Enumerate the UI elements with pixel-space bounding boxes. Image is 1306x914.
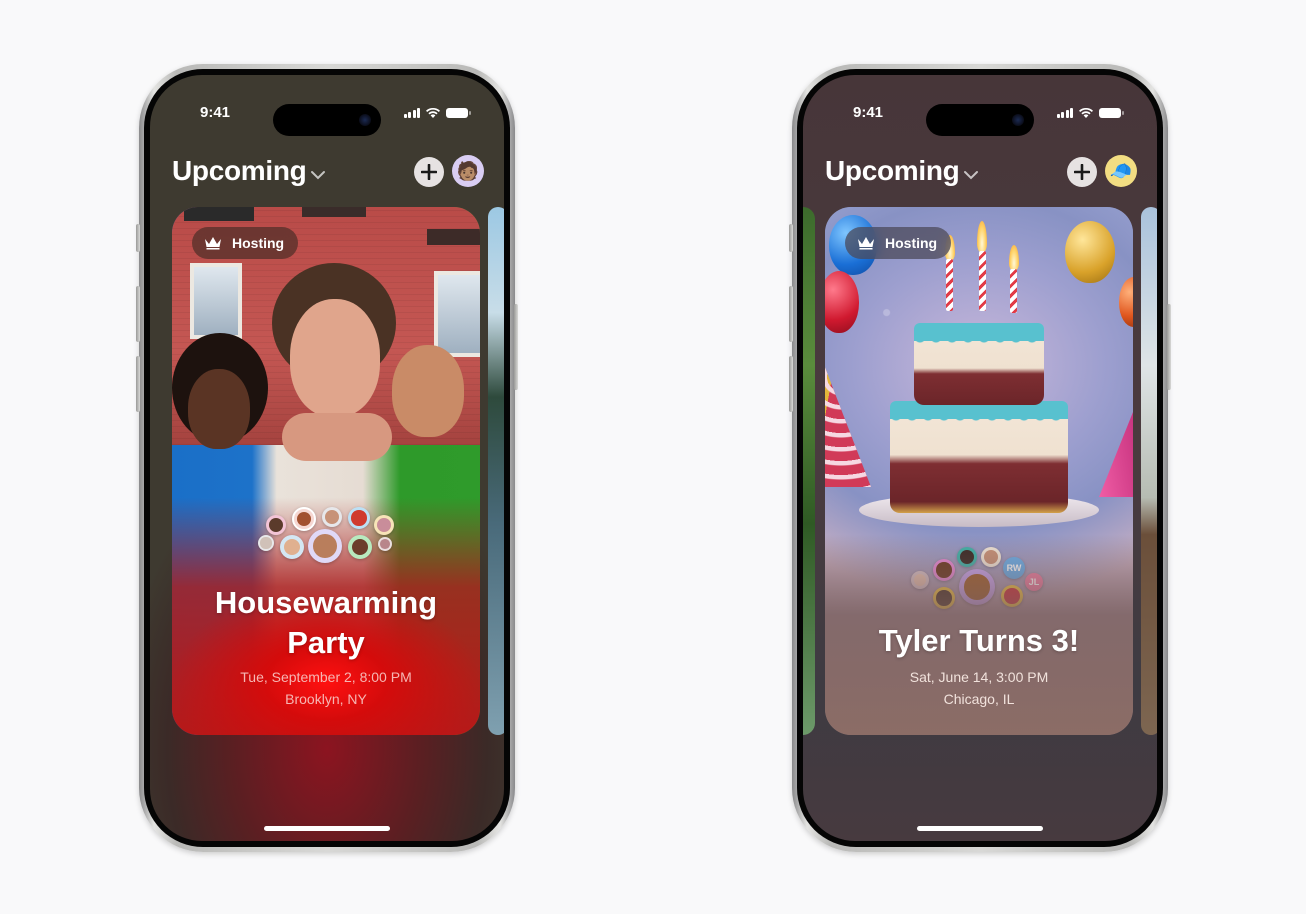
event-date: Tue, September 2, 8:00 PM (240, 669, 412, 685)
view-selector[interactable]: Upcoming (825, 155, 979, 187)
header: Upcoming 🧢 (825, 155, 1137, 191)
event-location: Brooklyn, NY (285, 691, 367, 707)
header: Upcoming 🧑🏽 (172, 155, 484, 191)
dynamic-island (926, 104, 1034, 136)
hosting-label: Hosting (885, 235, 938, 251)
home-indicator[interactable] (917, 826, 1043, 831)
chevron-down-icon (311, 171, 326, 180)
page-title: Upcoming (825, 155, 960, 186)
event-card[interactable]: Hosting RW JL Tyler Turns 3! Sat, June 1… (825, 207, 1133, 735)
battery-icon (446, 107, 471, 118)
cellular-signal-icon (403, 107, 420, 118)
view-selector[interactable]: Upcoming (172, 155, 326, 187)
volume-down-button (136, 356, 140, 412)
chevron-down-icon (964, 171, 979, 180)
guest-avatar (266, 515, 286, 535)
marketing-stage: 9:41 Upcoming 🧑🏽 Hosting Housewarming Pa… (0, 0, 1306, 914)
battery-icon (1099, 107, 1124, 118)
next-event-card-peek[interactable] (488, 207, 504, 735)
guest-avatar (348, 507, 370, 529)
wifi-icon (426, 107, 440, 118)
profile-avatar-button[interactable]: 🧢 (1105, 155, 1137, 187)
event-title: Tyler Turns 3! (878, 623, 1080, 658)
side-button (1167, 304, 1171, 390)
phone-birthday: 9:41 Upcoming 🧢 Hosting Tyler Turns 3! S… (789, 64, 1171, 852)
guest-avatar (292, 507, 316, 531)
cellular-signal-icon (1056, 107, 1073, 118)
page-title: Upcoming (172, 155, 307, 186)
previous-event-card-peek[interactable] (803, 207, 815, 735)
phone-housewarming: 9:41 Upcoming 🧑🏽 Hosting Housewarming Pa… (136, 64, 518, 852)
home-indicator[interactable] (264, 826, 390, 831)
action-button (136, 224, 140, 252)
memoji-avatar-icon: 🧑🏽 (456, 160, 480, 181)
event-card[interactable]: Hosting Housewarming Party Tue, Septembe… (172, 207, 480, 735)
hosting-badge: Hosting (845, 227, 952, 259)
hosting-label: Hosting (232, 235, 285, 251)
volume-down-button (789, 356, 793, 412)
guest-avatar-host (308, 529, 342, 563)
add-event-button[interactable] (1067, 157, 1097, 187)
screen: 9:41 Upcoming 🧢 Hosting Tyler Turns 3! S… (803, 75, 1157, 841)
event-title-line1: Housewarming (214, 585, 438, 620)
status-bar: 9:41 (803, 95, 1157, 136)
side-button (514, 304, 518, 390)
wifi-icon (1079, 107, 1093, 118)
plus-icon (421, 164, 437, 180)
event-date: Sat, June 14, 3:00 PM (909, 669, 1049, 685)
guest-avatar (378, 537, 392, 551)
volume-up-button (136, 286, 140, 342)
guest-avatar (258, 535, 274, 551)
profile-avatar-button[interactable]: 🧑🏽 (452, 155, 484, 187)
guest-avatar (374, 515, 394, 535)
screen: 9:41 Upcoming 🧑🏽 Hosting Housewarming Pa… (150, 75, 504, 841)
memoji-avatar-icon: 🧢 (1109, 160, 1133, 181)
status-bar: 9:41 (150, 95, 504, 136)
next-event-card-peek[interactable] (1141, 207, 1157, 735)
guest-avatar (280, 535, 304, 559)
add-event-button[interactable] (414, 157, 444, 187)
crown-icon (858, 237, 874, 250)
action-button (789, 224, 793, 252)
guest-avatars[interactable] (172, 503, 480, 573)
event-title-line2: Party (287, 625, 365, 660)
event-location: Chicago, IL (943, 691, 1015, 707)
status-time: 9:41 (200, 104, 231, 121)
guest-avatar (322, 507, 342, 527)
status-time: 9:41 (853, 104, 884, 121)
plus-icon (1074, 164, 1090, 180)
crown-icon (205, 237, 221, 250)
guest-avatar (348, 535, 372, 559)
hosting-badge: Hosting (192, 227, 299, 259)
volume-up-button (789, 286, 793, 342)
dynamic-island (273, 104, 381, 136)
